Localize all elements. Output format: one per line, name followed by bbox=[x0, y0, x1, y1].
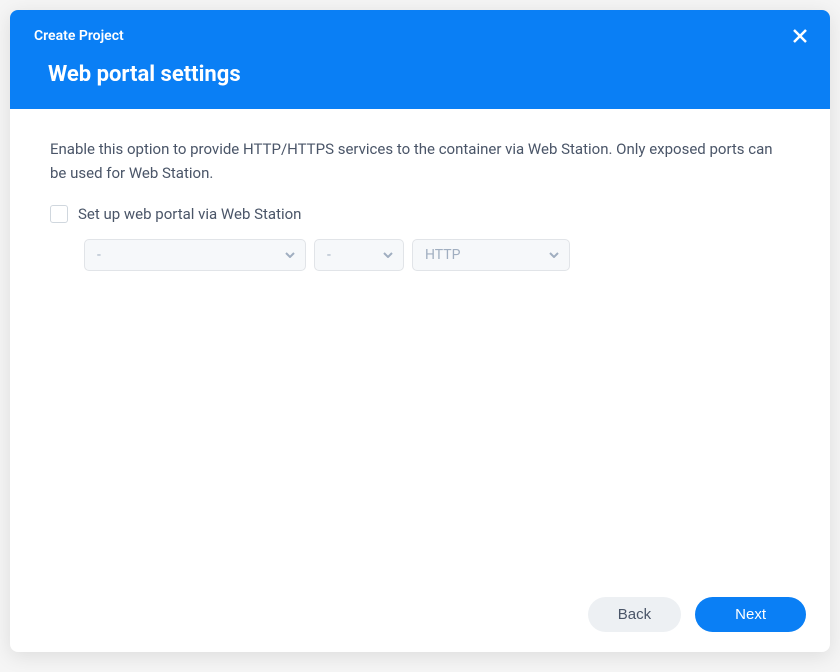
web-portal-checkbox[interactable] bbox=[50, 205, 68, 223]
port-select-value: - bbox=[327, 247, 331, 263]
close-button[interactable] bbox=[790, 26, 810, 46]
modal-footer: Back Next bbox=[10, 581, 830, 652]
chevron-down-icon bbox=[285, 250, 295, 260]
description-text: Enable this option to provide HTTP/HTTPS… bbox=[50, 137, 790, 185]
next-button[interactable]: Next bbox=[695, 597, 806, 632]
protocol-select[interactable]: HTTP bbox=[412, 239, 570, 271]
chevron-down-icon bbox=[549, 250, 559, 260]
page-title: Web portal settings bbox=[34, 62, 806, 87]
create-project-modal: Create Project Web portal settings Enabl… bbox=[10, 10, 830, 652]
back-button[interactable]: Back bbox=[588, 597, 681, 632]
breadcrumb: Create Project bbox=[34, 28, 806, 44]
checkbox-row: Set up web portal via Web Station bbox=[50, 205, 790, 223]
select-row: - - HTTP bbox=[50, 239, 790, 271]
service-select-value: - bbox=[97, 247, 101, 263]
checkbox-label: Set up web portal via Web Station bbox=[78, 205, 301, 223]
modal-content: Enable this option to provide HTTP/HTTPS… bbox=[10, 109, 830, 581]
port-select[interactable]: - bbox=[314, 239, 404, 271]
chevron-down-icon bbox=[383, 250, 393, 260]
close-icon bbox=[793, 29, 807, 43]
protocol-select-value: HTTP bbox=[425, 247, 460, 263]
modal-header: Create Project Web portal settings bbox=[10, 10, 830, 109]
service-select[interactable]: - bbox=[84, 239, 306, 271]
